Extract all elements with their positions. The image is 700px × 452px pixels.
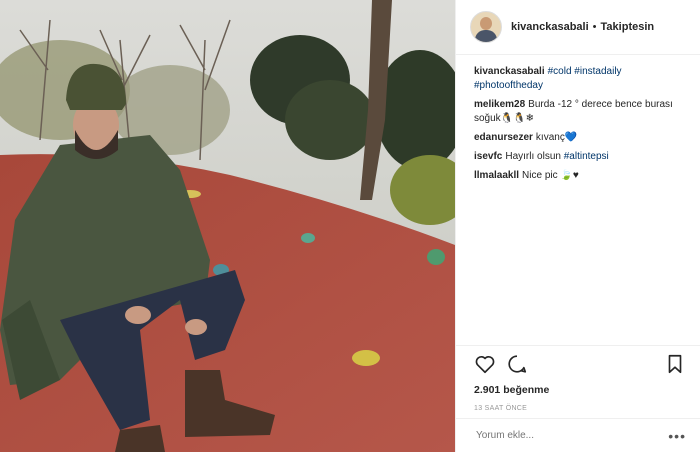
comment-item: isevfc Hayırlı olsun #altintepsi <box>474 150 686 164</box>
avatar-face <box>480 17 492 30</box>
instagram-post: kivanckasabali • Takiptesin kivanckasaba… <box>0 0 700 452</box>
post-photo[interactable] <box>0 0 455 452</box>
bookmark-icon[interactable] <box>664 353 686 375</box>
comment-text: Hayırlı olsun <box>505 151 561 162</box>
comment-text: Nice pic 🍃♥ <box>522 170 579 181</box>
comment-item: melikem28 Burda -12 ° derece bence burası… <box>474 98 686 126</box>
heart-icon[interactable] <box>474 353 496 375</box>
comments-list: kivanckasabali #cold #instadaily #photoof… <box>456 55 700 183</box>
comment-text: kıvanç💙 <box>535 132 578 143</box>
hashtag-link[interactable]: #altintepsi <box>564 151 609 162</box>
add-comment-input[interactable] <box>474 429 658 442</box>
comment-username[interactable]: llmalaakll <box>474 170 519 181</box>
follow-status-button[interactable]: Takiptesin <box>601 21 655 33</box>
action-icons <box>474 346 686 382</box>
post-actions: 2.901 beğenme 13 SAAT ÖNCE <box>456 345 700 412</box>
caption-username[interactable]: kivanckasabali <box>474 66 545 77</box>
likes-count[interactable]: 2.901 beğenme <box>474 384 686 396</box>
more-icon[interactable]: ••• <box>668 428 686 444</box>
comment-username[interactable]: isevfc <box>474 151 502 162</box>
avatar-shirt <box>475 30 497 42</box>
post-sidebar: kivanckasabali • Takiptesin kivanckasaba… <box>455 0 700 452</box>
hashtag-link[interactable]: #photooftheday <box>474 80 543 91</box>
add-comment-bar: ••• <box>456 418 700 452</box>
post-photo-image <box>0 0 455 452</box>
comment-username[interactable]: edanursezer <box>474 132 533 143</box>
header-username[interactable]: kivanckasabali <box>511 21 589 33</box>
comment-icon[interactable] <box>506 353 528 375</box>
caption: kivanckasabali #cold #instadaily #photoof… <box>474 65 686 93</box>
comment-username[interactable]: melikem28 <box>474 99 525 110</box>
comment-item: edanursezer kıvanç💙 <box>474 131 686 145</box>
hashtag-link[interactable]: #instadaily <box>574 66 621 77</box>
comment-item: llmalaakll Nice pic 🍃♥ <box>474 169 686 183</box>
post-header: kivanckasabali • Takiptesin <box>456 0 700 55</box>
header-separator: • <box>592 21 597 33</box>
post-timestamp: 13 SAAT ÖNCE <box>474 405 528 412</box>
hashtag-link[interactable]: #cold <box>548 66 572 77</box>
avatar[interactable] <box>470 11 502 43</box>
